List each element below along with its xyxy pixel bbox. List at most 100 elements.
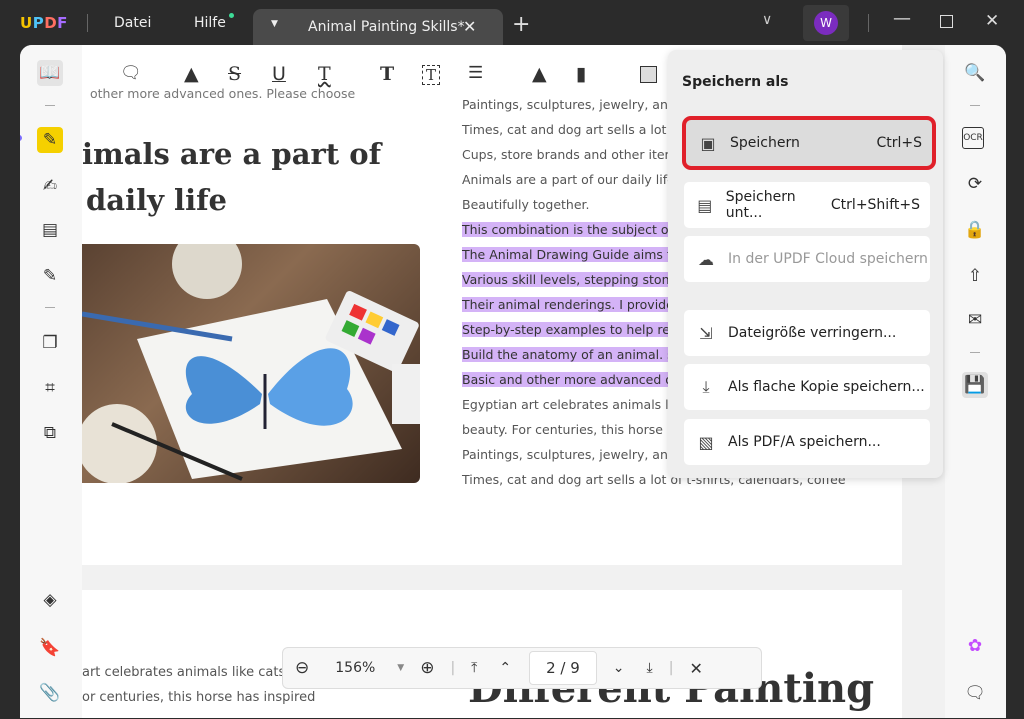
new-tab-button[interactable]: + [512,12,530,37]
last-page-icon[interactable]: ⤓ [647,660,653,676]
right-sidebar: 🔍 OCR ⟳ 🔒 ⇧ ✉ 💾 ✿ 🗨 [945,45,1006,718]
minimize-icon[interactable]: — [893,8,911,29]
zoom-navigation-bar: ⊖ 156% ▼ ⊕ | ⤒ ⌃ 2 / 9 ⌄ ⤓ | ✕ [282,647,762,689]
close-zoombar-icon[interactable]: ✕ [689,659,702,678]
crop-icon[interactable]: ⌗ [37,375,63,401]
zoom-dropdown-icon[interactable]: ▼ [397,663,404,673]
layers-icon[interactable]: ◈ [37,587,63,613]
share-icon[interactable]: ⇧ [962,263,988,289]
save-as-menu: Speichern als ▣ Speichern Ctrl+S ▤ Speichern… [668,50,943,478]
notification-dot [229,13,234,18]
text-line: Times, cat and dog art sells a lot of [462,122,683,137]
next-page-icon[interactable]: ⌄ [613,660,625,676]
form-icon[interactable]: ✎ [37,263,63,289]
menu-item-label: In der UPDF Cloud speichern [728,251,928,267]
highlighted-text: Various skill levels, stepping stone [462,272,678,287]
menu-title: Speichern als [682,74,789,90]
document-tab[interactable]: ▼ Animal Painting Skills* ✕ [253,9,503,46]
text-line: Build the anatomy of an animal. so [462,342,682,367]
zoom-in-icon[interactable]: ⊕ [420,658,434,678]
updf-ai-icon[interactable]: ✿ [962,633,988,659]
tab-dropdown-icon[interactable]: ▼ [271,19,278,29]
heading-line-2: daily life [86,183,228,217]
left-sidebar: 📖 ✎ ✍ ▤ ✎ ❐ ⌗ ⧉ ◈ 🔖 📎 [20,45,82,718]
menu-item-label: Dateigröße verringern... [728,325,897,341]
email-icon[interactable]: ✉ [962,307,988,333]
textbox-icon[interactable]: T [422,65,441,85]
menu-item-pdfa[interactable]: ▧ Als PDF/A speichern... [684,419,930,465]
text-line: The Animal Drawing Guide aims to [462,242,680,267]
zoom-level[interactable]: 156% [335,660,375,676]
search-icon[interactable]: 🔍 [962,60,988,86]
menu-hilfe[interactable]: Hilfe [194,15,226,31]
close-window-icon[interactable]: ✕ [985,11,999,31]
first-page-icon[interactable]: ⤒ [471,660,477,676]
menu-datei[interactable]: Datei [114,15,151,31]
bookmark-icon[interactable]: 🔖 [37,635,63,661]
text-line: beauty. For centuries, this horse ha [462,422,683,437]
menu-item-compress[interactable]: ⇲ Dateigröße verringern... [684,310,930,356]
close-tab-icon[interactable]: ✕ [463,17,476,36]
highlight-icon[interactable]: ▲ [184,63,199,85]
text-line: or centuries, this horse has inspired [82,690,316,705]
highlighted-text: The Animal Drawing Guide aims to [462,247,680,262]
attachment-icon[interactable]: 📎 [37,680,63,706]
text-icon[interactable]: T [380,63,394,85]
butterfly-painting-image [82,244,420,483]
menu-item-cloud-upload: ☁ In der UPDF Cloud speichern [684,236,930,282]
text-line: Egyptian art celebrates animals lik [462,397,680,412]
ocr-icon[interactable]: OCR [962,127,984,149]
highlighted-text: This combination is the subject of [462,222,673,237]
menu-item-label: Als PDF/A speichern... [728,434,881,450]
text-line: art celebrates animals like cats w [82,665,300,680]
page-layout-icon[interactable]: ▤ [37,217,63,243]
save-icon[interactable]: 💾 [962,372,988,398]
text-line: Animals are a part of our daily life, [462,172,679,187]
organize-pages-icon[interactable]: ❐ [37,330,63,356]
highlighted-text: Their animal renderings. I provide [462,297,674,312]
text-line: Their animal renderings. I provide [462,292,674,317]
text-line: Basic and other more advanced on [462,367,681,392]
text-line: This combination is the subject of [462,217,673,242]
menu-item-save-as[interactable]: ▤ Speichern unt... Ctrl+Shift+S [684,182,930,228]
maximize-icon[interactable] [940,15,953,28]
shortcut-label: Ctrl+Shift+S [830,197,920,213]
text-line: Cups, store brands and other items [462,147,684,162]
pdfa-icon: ▧ [698,432,714,452]
convert-pdf-icon[interactable]: ⟳ [962,171,988,197]
annotation-toolbar: 🗨 ▲ S U T T T ☰ ▲ ▮ [82,45,682,103]
zoom-out-icon[interactable]: ⊖ [295,658,309,678]
text-line: Beautifully together. [462,197,590,212]
highlighted-text: Step-by-step examples to help read [462,322,686,337]
menu-item-label: Als flache Kopie speichern... [728,379,925,395]
shortcut-label: Ctrl+S [876,135,922,151]
comment-icon[interactable]: 🗨 [120,63,142,83]
comment-mode-icon[interactable]: ✎ [37,127,63,153]
underline-icon[interactable]: U [272,63,286,85]
tabs-dropdown-icon[interactable]: ∨ [762,12,772,28]
squiggly-icon[interactable]: T [318,63,331,85]
shape-icon[interactable] [640,66,657,83]
text-callout-icon[interactable]: ☰ [468,63,483,83]
edit-pdf-icon[interactable]: ✍ [37,173,63,199]
previous-page-icon[interactable]: ⌃ [499,660,511,676]
menu-item-label: Speichern unt... [725,189,796,221]
updf-logo: UPDF [20,14,68,32]
pencil-icon[interactable]: ▲ [532,63,547,85]
save-as-icon: ▤ [697,195,713,215]
convert-icon[interactable]: ⧉ [37,420,63,446]
protect-icon[interactable]: 🔒 [962,217,988,243]
reader-icon[interactable]: 📖 [37,60,63,86]
text-line: Various skill levels, stepping stone [462,267,678,292]
title-bar: UPDF Datei Hilfe ▼ Animal Painting Skill… [0,0,1024,46]
text-line: Paintings, sculptures, jewelry, and [462,447,676,462]
comments-panel-icon[interactable]: 🗨 [962,680,988,706]
strikethrough-icon[interactable]: S [228,63,241,85]
app-window: other more advanced ones. Please choose … [20,45,1006,718]
avatar[interactable]: W [814,11,838,35]
page-input[interactable]: 2 / 9 [529,651,597,685]
heading-line-1: imals are a part of [82,137,382,171]
menu-item-flatten[interactable]: ⤓ Als flache Kopie speichern... [684,364,930,410]
eraser-icon[interactable]: ▮ [576,63,586,85]
menu-item-save[interactable]: ▣ Speichern Ctrl+S [682,116,936,170]
